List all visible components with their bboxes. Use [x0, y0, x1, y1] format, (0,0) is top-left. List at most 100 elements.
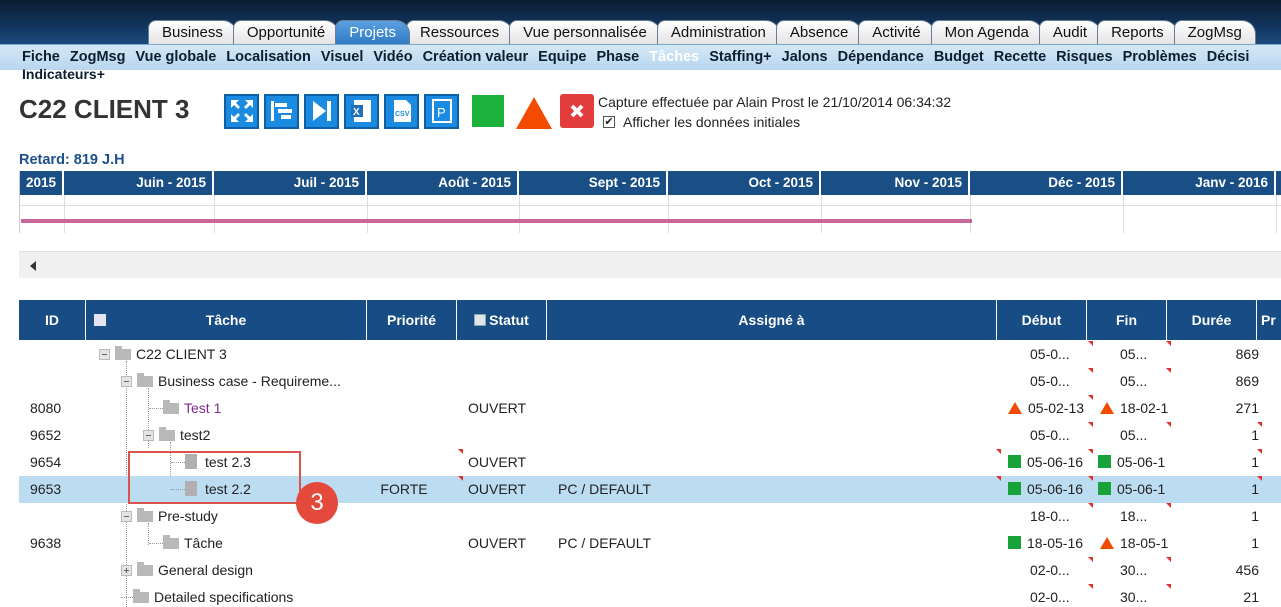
submenu-jalons[interactable]: Jalons [782, 49, 828, 65]
status-green-square-icon[interactable] [472, 95, 504, 127]
column-duree[interactable]: Durée [1167, 300, 1257, 340]
collapse-icon[interactable] [121, 511, 132, 522]
task-cell[interactable]: Test 1 [149, 395, 221, 422]
end-date[interactable]: 05-06-1 [1117, 454, 1165, 470]
skip-to-end-button[interactable] [304, 93, 339, 129]
submenu-problemes[interactable]: Problèmes [1123, 49, 1197, 65]
submenu-decisions[interactable]: Décisi [1207, 49, 1250, 65]
column-tache[interactable]: Tâche [86, 300, 367, 340]
start-date[interactable]: 05-06-16 [1027, 481, 1083, 497]
start-cell[interactable]: 05-06-16 [1008, 449, 1083, 476]
task-cell[interactable]: Detailed specifications [121, 584, 293, 607]
submenu-fiche[interactable]: Fiche [22, 49, 60, 65]
tab-ressources[interactable]: Ressources [405, 20, 514, 44]
end-cell[interactable]: 18-02-1 [1100, 395, 1180, 422]
filter-icon[interactable] [474, 314, 487, 326]
tab-business[interactable]: Business [148, 20, 237, 44]
delete-button[interactable] [560, 94, 594, 128]
start-cell[interactable]: 05-02-13 [1008, 395, 1084, 422]
column-pr[interactable]: Pr [1257, 300, 1281, 340]
status[interactable]: OUVERT [468, 476, 558, 503]
submenu-recette[interactable]: Recette [994, 49, 1046, 65]
column-assigne[interactable]: Assigné à [547, 300, 997, 340]
column-fin[interactable]: Fin [1087, 300, 1167, 340]
duration[interactable]: 1 [1179, 530, 1259, 557]
table-row[interactable]: 9638 Tâche OUVERT PC / DEFAULT 18-05-16 … [19, 530, 1281, 557]
tab-projets[interactable]: Projets [335, 20, 410, 44]
submenu-dependance[interactable]: Dépendance [838, 49, 924, 65]
task-cell[interactable]: General design [121, 557, 253, 584]
gantt-view-button[interactable] [264, 93, 299, 129]
start-date[interactable]: 02-0... [1030, 584, 1120, 607]
submenu-budget[interactable]: Budget [934, 49, 984, 65]
start-date[interactable]: 05-0... [1030, 422, 1120, 449]
collapse-icon[interactable] [99, 349, 110, 360]
task-name[interactable]: General design [158, 562, 253, 578]
task-cell[interactable]: Tâche [149, 530, 223, 557]
priority[interactable]: FORTE [359, 476, 449, 503]
checkbox[interactable]: ✔ [603, 116, 615, 128]
start-date[interactable]: 05-02-13 [1028, 400, 1084, 416]
assignee[interactable]: PC / DEFAULT [558, 476, 858, 503]
task-name[interactable]: test2 [180, 427, 210, 443]
end-date[interactable]: 05-06-1 [1117, 481, 1165, 497]
gantt-scrollbar[interactable] [19, 251, 1281, 278]
duration[interactable]: 456 [1179, 557, 1259, 584]
start-date[interactable]: 05-0... [1030, 341, 1120, 368]
expand-all-icon[interactable] [94, 314, 106, 326]
task-name[interactable]: Pre-study [158, 508, 218, 524]
submenu-vue-globale[interactable]: Vue globale [135, 49, 216, 65]
submenu-equipe[interactable]: Equipe [538, 49, 586, 65]
submenu-visuel[interactable]: Visuel [321, 49, 363, 65]
start-date[interactable]: 18-05-16 [1027, 535, 1083, 551]
tab-audit[interactable]: Audit [1038, 20, 1102, 44]
submenu-phase[interactable]: Phase [597, 49, 640, 65]
start-date[interactable]: 18-0... [1030, 503, 1120, 530]
task-cell[interactable]: C22 CLIENT 3 [99, 341, 227, 368]
fullscreen-button[interactable] [224, 93, 259, 129]
column-priorite[interactable]: Priorité [367, 300, 457, 340]
tab-zogmsg[interactable]: ZogMsg [1173, 20, 1256, 44]
tab-vue-personnalisee[interactable]: Vue personnalisée [509, 20, 661, 44]
submenu-localisation[interactable]: Localisation [226, 49, 311, 65]
task-cell[interactable]: test2 [143, 422, 210, 449]
end-date[interactable]: 18-02-1 [1120, 400, 1168, 416]
gantt-task-bar[interactable] [21, 219, 972, 223]
export-csv-button[interactable]: CSV [384, 93, 419, 129]
end-cell[interactable]: 05-06-1 [1098, 449, 1178, 476]
status[interactable]: OUVERT [468, 449, 558, 476]
column-statut[interactable]: Statut [457, 300, 547, 340]
tab-administration[interactable]: Administration [656, 20, 780, 44]
collapse-icon[interactable] [143, 430, 154, 441]
start-date[interactable]: 05-0... [1030, 368, 1120, 395]
submenu-staffing[interactable]: Staffing+ [709, 49, 771, 65]
assignee[interactable]: PC / DEFAULT [558, 530, 858, 557]
duration[interactable]: 1 [1179, 422, 1259, 449]
tab-opportunite[interactable]: Opportunité [232, 20, 340, 44]
start-date[interactable]: 05-06-16 [1027, 454, 1083, 470]
task-cell[interactable]: Business case - Requireme... [121, 368, 341, 395]
task-cell[interactable]: Pre-study [121, 503, 218, 530]
submenu-creation-valeur[interactable]: Création valeur [423, 49, 529, 65]
tab-mon-agenda[interactable]: Mon Agenda [930, 20, 1043, 44]
show-initial-data-toggle[interactable]: ✔ Afficher les données initiales [603, 114, 800, 130]
export-project-button[interactable]: P [424, 93, 459, 129]
tab-absence[interactable]: Absence [775, 20, 863, 44]
status[interactable]: OUVERT [468, 395, 558, 422]
duration[interactable]: 869 [1179, 368, 1259, 395]
collapse-icon[interactable] [121, 376, 132, 387]
status[interactable]: OUVERT [468, 530, 558, 557]
export-excel-button[interactable]: X [344, 93, 379, 129]
duration[interactable]: 869 [1179, 341, 1259, 368]
submenu-indicateurs[interactable]: Indicateurs+ [22, 66, 105, 82]
task-name[interactable]: C22 CLIENT 3 [136, 346, 227, 362]
duration[interactable]: 1 [1179, 449, 1259, 476]
duration[interactable]: 1 [1179, 503, 1259, 530]
duration[interactable]: 1 [1179, 476, 1259, 503]
start-cell[interactable]: 05-06-16 [1008, 476, 1083, 503]
submenu-risques[interactable]: Risques [1056, 49, 1112, 65]
start-date[interactable]: 02-0... [1030, 557, 1120, 584]
duration[interactable]: 271 [1179, 395, 1259, 422]
end-cell[interactable]: 05-06-1 [1098, 476, 1178, 503]
expand-icon[interactable] [121, 565, 132, 576]
